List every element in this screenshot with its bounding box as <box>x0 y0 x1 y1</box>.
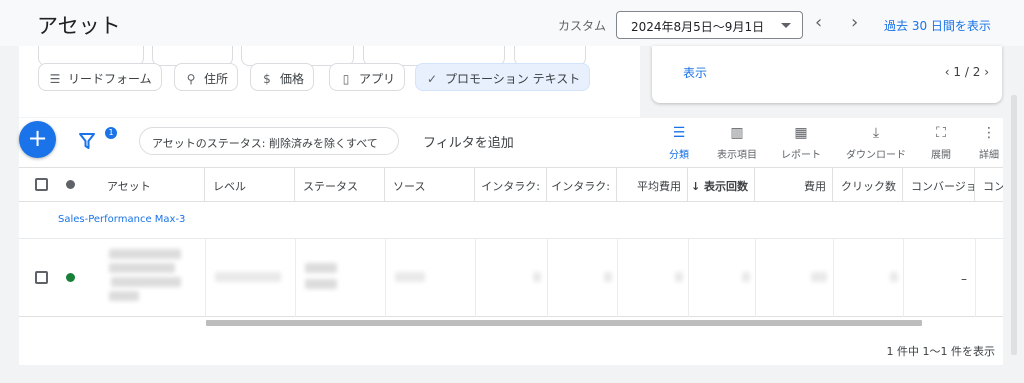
redacted-level <box>215 272 281 282</box>
redacted-value <box>742 272 750 282</box>
columns-button[interactable]: ▥ 表示項目 <box>711 124 763 161</box>
divider <box>205 239 206 317</box>
status-dot <box>66 273 75 282</box>
date-range-value: 2024年8月5日～9月1日 <box>631 20 765 34</box>
col-source[interactable]: ソース <box>385 168 475 201</box>
redacted-value <box>675 272 683 282</box>
redacted-asset-text <box>109 249 181 259</box>
summary-card: 表示 ‹ 1 / 2 › <box>652 46 1002 103</box>
divider <box>617 239 618 317</box>
redacted-value <box>811 272 827 282</box>
status-dot-header <box>66 180 75 189</box>
row-checkbox[interactable] <box>35 271 48 284</box>
form-icon: ☰ <box>49 72 61 86</box>
divider <box>295 239 296 317</box>
col-conversions-2[interactable]: コンバー <box>975 168 1003 201</box>
download-button[interactable]: ⤓ ダウンロード <box>839 124 913 161</box>
add-button[interactable]: + <box>19 121 56 158</box>
chevron-right-icon[interactable]: › <box>984 65 989 79</box>
show-last-30-days-link[interactable]: 過去 30 日間を表示 <box>884 17 991 34</box>
col-asset[interactable]: アセット <box>99 168 205 201</box>
redacted-source <box>395 272 425 282</box>
col-level[interactable]: レベル <box>205 168 295 201</box>
chevron-left-icon[interactable]: ‹ <box>815 14 822 32</box>
pager-text: 1 / 2 <box>953 65 981 79</box>
segment-icon: ☰ <box>672 125 686 141</box>
phone-icon: ▯ <box>342 72 350 86</box>
redacted-value <box>533 272 541 282</box>
check-icon: ✓ <box>426 72 438 86</box>
divider <box>547 239 548 317</box>
redacted-status <box>305 263 337 273</box>
redacted-status <box>305 279 337 289</box>
divider <box>833 239 834 317</box>
download-icon: ⤓ <box>872 125 880 141</box>
divider <box>975 239 976 317</box>
fullscreen-icon: ⛶ <box>936 125 946 141</box>
segment-button[interactable]: ☰ 分類 <box>664 124 694 161</box>
col-conversions[interactable]: コンバージョ <box>903 168 975 201</box>
redacted-asset-text <box>109 263 175 273</box>
summary-pager[interactable]: ‹ 1 / 2 › <box>945 65 989 79</box>
top-bar <box>0 0 1024 46</box>
redacted-asset-text <box>109 291 139 301</box>
location-pin-icon: ⚲ <box>186 72 196 86</box>
asset-group-link[interactable]: Sales-Performance Max-3 <box>58 214 185 225</box>
col-status[interactable]: ステータス <box>295 168 385 201</box>
date-range-label: カスタム <box>558 19 607 33</box>
redacted-value <box>890 272 898 282</box>
pagination-summary: 1 件中 1～1 件を表示 <box>886 345 996 358</box>
conversions-value: – <box>961 272 967 286</box>
chip-lead-form[interactable]: ☰ リードフォーム <box>38 63 162 91</box>
chip-price[interactable]: $ 価格 <box>250 63 315 91</box>
col-interaction-2[interactable]: インタラク: <box>547 168 617 201</box>
horizontal-scrollbar[interactable] <box>206 320 922 326</box>
redacted-asset-text <box>111 277 181 287</box>
chevron-left-icon[interactable]: ‹ <box>945 65 950 79</box>
filter-icon[interactable] <box>76 128 102 154</box>
divider <box>903 239 904 317</box>
filter-count-badge: 1 <box>105 127 117 139</box>
col-clicks[interactable]: クリック数 <box>833 168 903 201</box>
col-cost[interactable]: 費用 <box>755 168 833 201</box>
table-header-row: アセット レベル ステータス ソース インタラク: インタラク: 平均費用 ↓ … <box>19 167 1003 202</box>
chip-promotion-text[interactable]: ✓ プロモーション テキスト <box>415 63 591 91</box>
asset-group-row: Sales-Performance Max-3 <box>19 203 1003 239</box>
redacted-value <box>604 272 612 282</box>
col-interaction-1[interactable]: インタラク: <box>475 168 547 201</box>
price-icon: $ <box>263 72 271 86</box>
page-title: アセット <box>37 14 121 38</box>
divider <box>688 239 689 317</box>
col-avg-cost[interactable]: 平均費用 <box>617 168 688 201</box>
divider <box>385 239 386 317</box>
summary-show-link[interactable]: 表示 <box>683 64 707 81</box>
expand-button[interactable]: ⛶ 展開 <box>927 124 955 161</box>
select-all-checkbox[interactable] <box>35 178 48 191</box>
status-filter-chip[interactable]: アセットのステータス: 削除済みを除くすべて <box>139 127 399 155</box>
chip-app[interactable]: ▯ アプリ <box>329 63 406 91</box>
vertical-scrollbar[interactable] <box>1011 95 1017 355</box>
date-range-select[interactable]: 2024年8月5日～9月1日 <box>616 11 803 39</box>
report-icon: ▦ <box>794 125 808 141</box>
asset-type-chips: ☰ リードフォーム ⚲ 住所 $ 価格 ▯ アプリ ✓ プロモーション テキスト <box>19 46 640 117</box>
more-button[interactable]: ⋮ 詳細 <box>976 124 1002 161</box>
divider <box>475 239 476 317</box>
more-vert-icon: ⋮ <box>982 125 996 141</box>
columns-icon: ▥ <box>730 125 744 141</box>
add-filter-input[interactable]: フィルタを追加 <box>423 132 514 151</box>
caret-down-icon <box>781 23 791 28</box>
assets-table-card: + 1 アセットのステータス: 削除済みを除くすべて フィルタを追加 ☰ 分類 … <box>19 118 1003 365</box>
chevron-right-icon[interactable]: › <box>851 14 858 32</box>
divider <box>755 239 756 317</box>
chip-address[interactable]: ⚲ 住所 <box>174 63 239 91</box>
reports-button[interactable]: ▦ レポート <box>776 124 826 161</box>
table-row[interactable]: – <box>19 239 1003 317</box>
col-impressions[interactable]: ↓ 表示回数 <box>688 168 755 201</box>
